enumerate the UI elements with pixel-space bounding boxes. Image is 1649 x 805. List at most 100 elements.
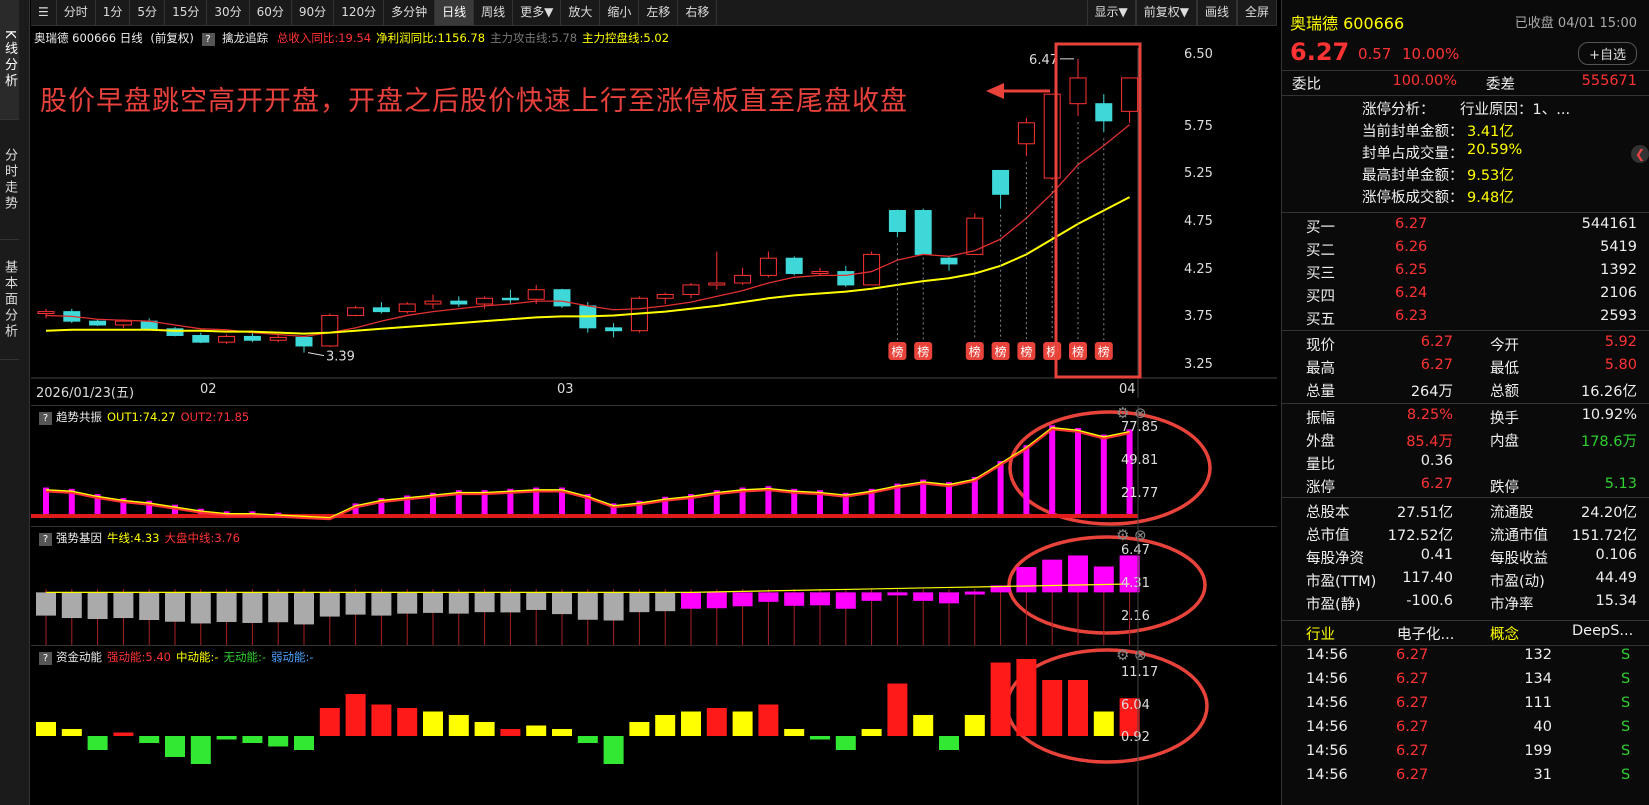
book-price: 6.26 (1395, 239, 1428, 255)
stat-label: 外盘 (1306, 434, 1335, 450)
gene-bar (242, 592, 263, 623)
trend-bar (1049, 425, 1056, 514)
tick-price: 6.27 (1396, 695, 1429, 711)
panel-trend: ? 趋势共振 OUT1:74.27 OUT2:71.85 77.85 49.81 21.7… (31, 405, 1277, 526)
tick-volume: 31 (1533, 767, 1552, 783)
y-tick-label: 4.31 (1121, 576, 1150, 591)
stat-value: 264万 (1410, 384, 1453, 400)
gene-bar (1042, 559, 1063, 593)
capital-bar (190, 736, 211, 764)
trend-bar (997, 461, 1004, 514)
gene-bar (681, 592, 701, 609)
gene-bar (190, 592, 211, 624)
tick-time: 14:56 (1306, 647, 1348, 663)
book-level: 买五 (1306, 312, 1335, 328)
gene-bar (706, 592, 727, 609)
capital-bar (1042, 680, 1063, 736)
analysis-label: 当前封单金额： (1362, 124, 1464, 140)
capital-bar (139, 736, 160, 743)
gene-bar (861, 592, 882, 601)
gene-bar (448, 592, 469, 614)
stat-label: 每股净资 (1306, 551, 1364, 567)
capital-bar (681, 711, 701, 736)
capital-bar (835, 736, 856, 750)
capital-chart: 11.17 6.04 0.92 (36, 646, 1158, 805)
highlight-box (1054, 42, 1142, 379)
analysis-value: 9.48亿 (1467, 190, 1514, 206)
tick-side: S (1621, 671, 1631, 687)
stat-label: 现价 (1306, 338, 1335, 354)
analysis-value: 行业原因：1、... (1460, 102, 1571, 118)
capital-bar (474, 722, 495, 736)
capital-bar (552, 729, 572, 736)
stat-value: 0.106 (1595, 547, 1637, 563)
capital-bar (939, 736, 959, 750)
capital-bar (294, 736, 314, 750)
book-level: 买三 (1306, 266, 1335, 282)
capital-bar (345, 694, 366, 736)
concept-value[interactable]: DeepS... (1572, 623, 1633, 639)
weicha-value: 555671 (1581, 73, 1637, 89)
y-tick-label: 77.85 (1121, 420, 1158, 435)
gene-bar (964, 591, 985, 595)
gene-bar (810, 592, 830, 606)
gene-bar (61, 592, 82, 619)
capital-bar (1068, 680, 1088, 736)
gene-bar (784, 592, 805, 606)
gene-bar (216, 592, 237, 622)
tick-price: 6.27 (1396, 719, 1429, 735)
tick-time: 14:56 (1306, 743, 1348, 759)
stat-value: 15.34 (1595, 593, 1637, 609)
gene-bar (319, 592, 340, 617)
book-price: 6.25 (1395, 262, 1428, 278)
gene-bar (397, 592, 418, 614)
tick-volume: 111 (1524, 695, 1552, 711)
stat-value: 44.49 (1595, 570, 1637, 586)
gene-bar (758, 592, 779, 602)
capital-bar (500, 729, 521, 736)
tick-time: 14:56 (1306, 695, 1348, 711)
gene-bar (1093, 566, 1114, 593)
capital-bar (61, 729, 82, 736)
add-watchlist-button[interactable]: +自选 (1578, 42, 1637, 65)
capital-bar (165, 736, 185, 757)
gene-bar (629, 592, 650, 613)
gene-bar (552, 592, 572, 615)
gene-bar (835, 592, 856, 609)
panel-gene: ? 强势基因 牛线:4.33 大盘中线:3.76 6.47 4.31 2.16 (31, 526, 1277, 645)
panel-capital: ? 资金动能 强动能:5.40 中动能:- 无动能:- 弱动能:- 11.17 6.04 0.… (31, 645, 1277, 805)
stat-label: 市盈(动) (1490, 574, 1545, 590)
gene-bar (139, 592, 160, 621)
collapse-icon[interactable]: ❮ (1631, 145, 1649, 163)
gene-bar (268, 592, 289, 623)
price-change: 0.57 (1358, 45, 1392, 63)
trend-bar (971, 476, 978, 514)
gene-bar (165, 592, 185, 622)
stat-label: 最高 (1306, 361, 1335, 377)
stat-label: 总市值 (1306, 528, 1350, 544)
gene-bar (603, 592, 624, 621)
analysis-label: 封单占成交量： (1362, 146, 1464, 162)
book-price: 6.27 (1395, 216, 1428, 232)
analysis-label: 涨停板成交额： (1362, 190, 1464, 206)
tick-time: 14:56 (1306, 767, 1348, 783)
capital-bar (758, 704, 779, 736)
tick-side: S (1621, 743, 1631, 759)
gene-bar (887, 592, 908, 596)
stat-value: 5.13 (1604, 476, 1637, 492)
capital-bar (423, 711, 443, 736)
stat-label: 今开 (1490, 338, 1519, 354)
analysis-label: 涨停分析： (1362, 102, 1435, 118)
trend-bar (1100, 434, 1107, 514)
tick-side: S (1621, 647, 1631, 663)
stat-value: 24.20亿 (1580, 505, 1637, 521)
market-status: 已收盘 04/01 15:00 (1514, 16, 1637, 31)
trend-chart: 77.85 49.81 21.77 (31, 406, 1158, 526)
capital-bar (629, 722, 650, 736)
stat-label: 总股本 (1306, 505, 1350, 521)
capital-bar (655, 715, 676, 736)
stat-label: 跌停 (1490, 480, 1519, 496)
gene-bar (500, 592, 521, 613)
tick-price: 6.27 (1396, 743, 1429, 759)
industry-value[interactable]: 电子化... (1397, 623, 1454, 644)
